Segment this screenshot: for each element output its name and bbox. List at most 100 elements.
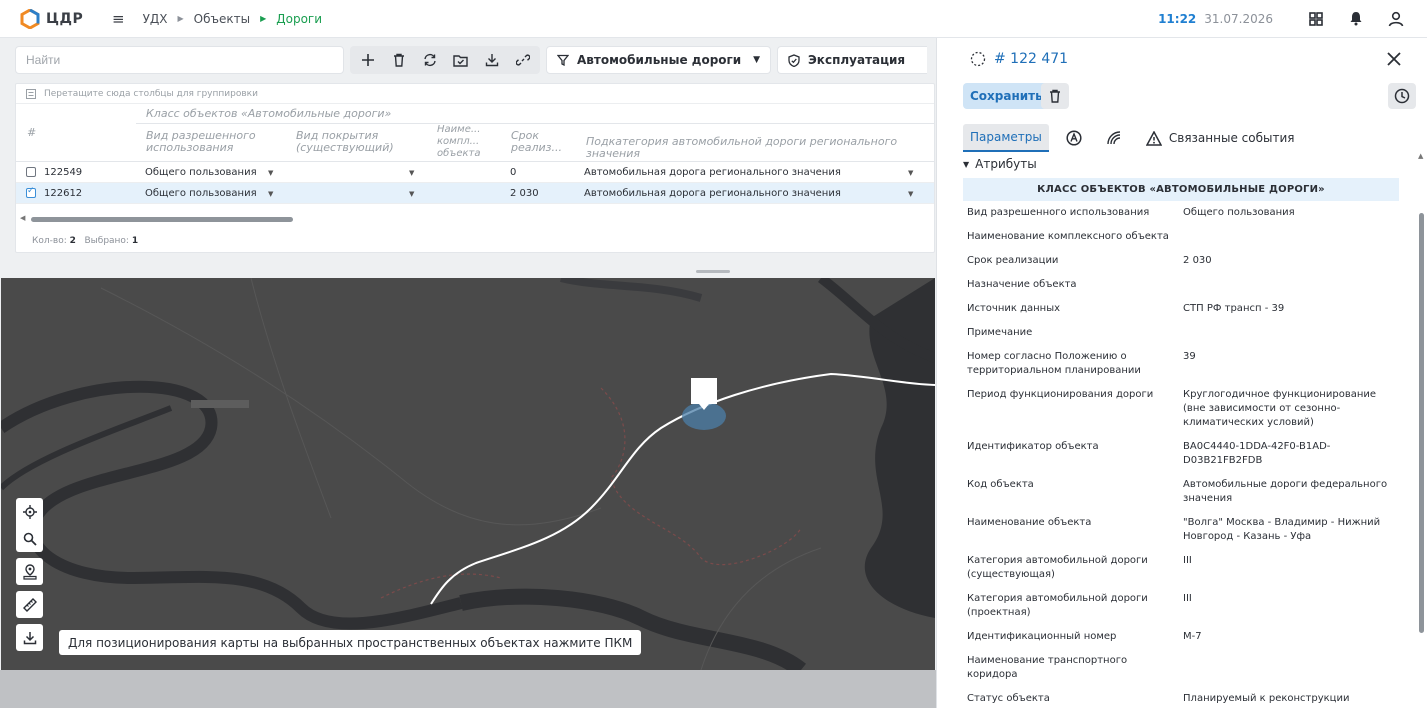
selection-summary: Кол-во: 2 Выбрано: 1	[32, 236, 138, 246]
map-download-icon[interactable]	[16, 624, 43, 651]
column-header-usage[interactable]: Вид разрешенного использования	[146, 130, 276, 154]
hamburger-menu-icon[interactable]: ≡	[112, 10, 125, 28]
chevron-down-icon[interactable]: ▼	[409, 169, 414, 177]
attribute-value[interactable]: Круглогодичное функционирование (вне зав…	[1183, 388, 1395, 430]
attribute-row: Категория автомобильной дороги (проектна…	[963, 587, 1399, 625]
attribute-value[interactable]: М-7	[1183, 630, 1395, 644]
column-header-number[interactable]: #	[27, 127, 36, 139]
row-subcategory[interactable]: Автомобильная дорога регионального значе…	[584, 167, 841, 178]
row-usage[interactable]: Общего пользования	[145, 188, 257, 199]
column-header-term[interactable]: Срок реализ...	[511, 130, 567, 154]
attribute-row: Срок реализации 2 030	[963, 249, 1399, 273]
attribute-value[interactable]: Автомобильные дороги федерального значен…	[1183, 478, 1395, 506]
tab-related-events[interactable]: Связанные события	[1139, 124, 1302, 152]
chevron-down-icon[interactable]: ▼	[409, 190, 414, 198]
column-header-complex-name[interactable]: Наиме... компл... объекта	[437, 124, 493, 160]
row-subcategory[interactable]: Автомобильная дорога регионального значе…	[584, 188, 841, 199]
column-group-header: Класс объектов «Автомобильные дороги»	[146, 107, 392, 120]
folder-check-icon[interactable]	[447, 49, 474, 71]
lifecycle-status-filter[interactable]: Эксплуатация	[777, 46, 927, 74]
table-row[interactable]: 122549 Общего пользования ▼ ▼ 0 Автомоби…	[16, 162, 934, 183]
refresh-icon[interactable]	[416, 49, 443, 71]
tab-attributes-a[interactable]	[1059, 124, 1089, 152]
attribute-value[interactable]	[1183, 230, 1395, 244]
scrollbar-thumb[interactable]	[31, 217, 293, 222]
attribute-value[interactable]: Планируемый к реконструкции	[1183, 692, 1395, 706]
row-checkbox[interactable]	[26, 167, 36, 177]
column-header-surface[interactable]: Вид покрытия (существующий)	[296, 130, 416, 154]
user-profile-icon[interactable]	[1385, 8, 1407, 30]
attribute-value[interactable]: СТП РФ трансп - 39	[1183, 302, 1395, 316]
save-button[interactable]: Сохранить	[963, 83, 1050, 109]
loading-spinner-icon	[970, 51, 986, 67]
attribute-row: Код объекта Автомобильные дороги федераль…	[963, 473, 1399, 511]
history-button[interactable]	[1388, 83, 1416, 109]
bottom-strip	[0, 670, 936, 708]
breadcrumb-objects[interactable]: Объекты	[194, 12, 250, 26]
scrollbar-thumb[interactable]	[1419, 213, 1424, 633]
row-term: 0	[510, 167, 517, 178]
object-class-filter[interactable]: Автомобильные дороги ▼	[546, 46, 771, 74]
attribute-value[interactable]	[1183, 654, 1395, 682]
attribute-value[interactable]	[1183, 278, 1395, 292]
clock-time: 11:22	[1158, 11, 1197, 26]
attribute-row: Наименование объекта "Волга" Москва - Вла…	[963, 511, 1399, 549]
column-header-subcategory[interactable]: Подкатегория автомобильной дороги регион…	[586, 136, 934, 160]
close-icon[interactable]	[1385, 50, 1403, 68]
attributes-toggle[interactable]: ▼ Атрибуты	[963, 155, 1399, 173]
attribute-row: Идентификационный номер М-7	[963, 625, 1399, 649]
attribute-label: Примечание	[967, 327, 1033, 338]
delete-icon[interactable]	[385, 49, 412, 71]
tab-parameters[interactable]: Параметры	[963, 124, 1049, 152]
attributes-section-label: Атрибуты	[975, 157, 1037, 171]
zoom-search-icon[interactable]	[23, 525, 37, 552]
attribute-value[interactable]	[1183, 326, 1395, 340]
row-id: 122549	[44, 167, 83, 178]
scroll-up-icon[interactable]: ▲	[1418, 152, 1423, 160]
map-hint-tooltip: Для позиционирования карты на выбранных …	[59, 630, 642, 655]
link-icon[interactable]	[509, 49, 536, 71]
breadcrumb-roads[interactable]: Дороги	[276, 12, 322, 26]
group-by-drop-zone[interactable]: Перетащите сюда столбцы для группировки	[16, 84, 934, 104]
place-marker-icon[interactable]	[16, 558, 43, 585]
breadcrumb-udh[interactable]: УДХ	[143, 12, 168, 26]
resize-handle[interactable]	[696, 270, 730, 273]
locate-icon[interactable]	[22, 498, 37, 525]
row-usage[interactable]: Общего пользования	[145, 167, 257, 178]
logo-icon	[20, 8, 40, 29]
vertical-scrollbar[interactable]: ▲	[1418, 152, 1424, 708]
add-icon[interactable]	[354, 49, 381, 71]
tab-geometry[interactable]	[1099, 124, 1129, 152]
apps-grid-icon[interactable]	[1305, 8, 1327, 30]
chevron-down-icon[interactable]: ▼	[908, 190, 913, 198]
attribute-value[interactable]: Общего пользования	[1183, 206, 1395, 220]
attribute-label: Назначение объекта	[967, 279, 1077, 290]
bell-icon[interactable]	[1345, 8, 1367, 30]
ruler-icon[interactable]	[16, 591, 43, 618]
delete-object-button[interactable]	[1041, 83, 1069, 109]
download-icon[interactable]	[478, 49, 505, 71]
object-class-filter-label: Автомобильные дороги	[577, 53, 742, 67]
scroll-left-icon[interactable]: ◀	[20, 214, 25, 222]
column-header-type[interactable]: Ти	[934, 136, 935, 148]
chevron-down-icon[interactable]: ▼	[908, 169, 913, 177]
horizontal-scrollbar[interactable]: ◀	[16, 214, 934, 223]
letter-a-circle-icon	[1066, 130, 1082, 146]
attribute-row: Назначение объекта	[963, 273, 1399, 297]
top-bar: ЦДР ≡ УДХ ▶ Объекты ▶ Дороги 11:22 31.07…	[0, 0, 1427, 38]
action-buttons	[350, 46, 540, 74]
attribute-value[interactable]: III	[1183, 592, 1395, 620]
attribute-value[interactable]: BA0C4440-1DDA-42F0-B1AD-D03B21FB2FDB	[1183, 440, 1395, 468]
attribute-value[interactable]: III	[1183, 554, 1395, 582]
row-checkbox[interactable]	[26, 186, 36, 198]
chevron-down-icon[interactable]: ▼	[268, 169, 273, 177]
attribute-value[interactable]: "Волга" Москва - Владимир - Нижний Новго…	[1183, 516, 1395, 544]
search-input[interactable]	[15, 46, 344, 74]
app-logo[interactable]: ЦДР	[20, 8, 102, 29]
attribute-value[interactable]: 2 030	[1183, 254, 1395, 268]
table-row[interactable]: 122612 Общего пользования ▼ ▼ 2 030 Авто…	[16, 183, 934, 204]
selected-value: 1	[131, 236, 139, 246]
map-view[interactable]: Для позиционирования карты на выбранных …	[1, 278, 935, 670]
chevron-down-icon[interactable]: ▼	[268, 190, 273, 198]
attribute-value[interactable]: 39	[1183, 350, 1395, 378]
